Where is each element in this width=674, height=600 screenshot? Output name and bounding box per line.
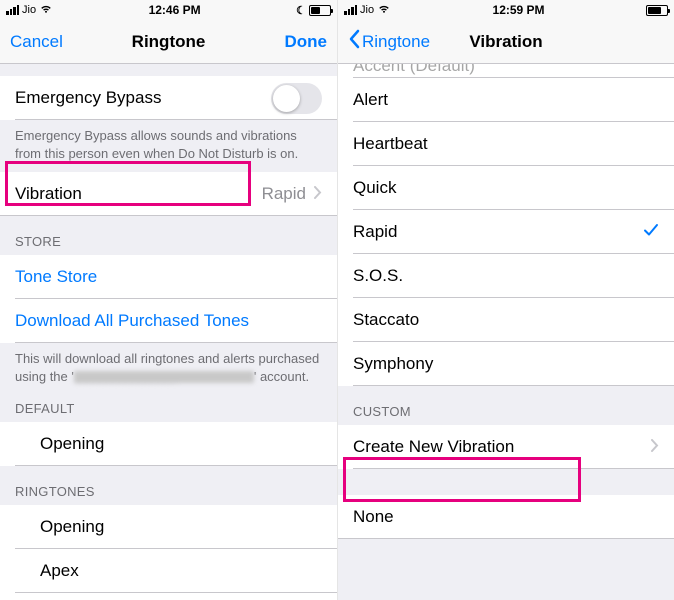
vibration-option-label: Alert bbox=[353, 90, 388, 110]
ringtone-label: Opening bbox=[40, 517, 104, 537]
ringtone-row[interactable]: Apex bbox=[0, 549, 337, 593]
default-header: DEFAULT bbox=[0, 395, 337, 422]
download-all-row[interactable]: Download All Purchased Tones bbox=[0, 299, 337, 343]
vibration-row[interactable]: Vibration Rapid bbox=[0, 172, 337, 216]
vibration-option-label: Staccato bbox=[353, 310, 419, 330]
vibration-option-row[interactable]: S.O.S. bbox=[338, 254, 674, 298]
clock: 12:46 PM bbox=[149, 3, 201, 17]
vibration-option-label: Quick bbox=[353, 178, 396, 198]
emergency-bypass-switch[interactable] bbox=[271, 83, 322, 114]
vibration-option-row[interactable]: Staccato bbox=[338, 298, 674, 342]
carrier-label: Jio bbox=[360, 4, 374, 16]
vibration-option-label: S.O.S. bbox=[353, 266, 403, 286]
create-new-vibration-row[interactable]: Create New Vibration bbox=[338, 425, 674, 469]
vibration-label: Vibration bbox=[15, 184, 82, 204]
vibration-option-row[interactable]: Accent (Default) bbox=[353, 64, 475, 76]
vibration-option-row[interactable]: Symphony bbox=[338, 342, 674, 386]
signal-icon bbox=[344, 5, 357, 15]
vibration-option-row[interactable]: Rapid bbox=[338, 210, 674, 254]
tone-store-label: Tone Store bbox=[15, 267, 97, 287]
chevron-right-icon bbox=[651, 437, 659, 457]
wifi-icon bbox=[377, 4, 391, 17]
done-button[interactable]: Done bbox=[257, 32, 327, 52]
carrier-label: Jio bbox=[22, 4, 36, 16]
nav-bar: Ringtone Vibration bbox=[338, 20, 674, 64]
vibration-option-row[interactable]: Quick bbox=[338, 166, 674, 210]
default-ringtone-label: Opening bbox=[40, 434, 104, 454]
status-bar: Jio 12:59 PM bbox=[338, 0, 674, 20]
back-label: Ringtone bbox=[362, 32, 430, 52]
back-button[interactable]: Ringtone bbox=[348, 29, 430, 54]
none-row[interactable]: None bbox=[338, 495, 674, 539]
tone-store-row[interactable]: Tone Store bbox=[0, 255, 337, 299]
emergency-bypass-label: Emergency Bypass bbox=[15, 88, 161, 108]
screen-vibration: Jio 12:59 PM Ringtone Vibration Accent (… bbox=[337, 0, 674, 600]
emergency-bypass-row[interactable]: Emergency Bypass bbox=[0, 76, 337, 120]
nav-bar: Cancel Ringtone Done bbox=[0, 20, 337, 64]
wifi-icon bbox=[39, 4, 53, 17]
status-bar: Jio 12:46 PM ☾ bbox=[0, 0, 337, 20]
ringtones-header: RINGTONES bbox=[0, 466, 337, 505]
vibration-option-label: Rapid bbox=[353, 222, 397, 242]
cancel-button[interactable]: Cancel bbox=[10, 32, 80, 52]
screen-ringtone: Jio 12:46 PM ☾ Cancel Ringtone Done Emer… bbox=[0, 0, 337, 600]
chevron-left-icon bbox=[348, 29, 360, 54]
download-all-label: Download All Purchased Tones bbox=[15, 311, 249, 331]
store-note: This will download all ringtones and ale… bbox=[0, 343, 337, 395]
battery-icon bbox=[646, 5, 668, 16]
redacted-account: xxxxxxxxxxxxxxxx bbox=[74, 371, 254, 383]
chevron-right-icon bbox=[314, 184, 322, 204]
vibration-option-label: Symphony bbox=[353, 354, 433, 374]
checkmark-icon bbox=[643, 222, 659, 243]
ringtone-label: Apex bbox=[40, 561, 79, 581]
signal-icon bbox=[6, 5, 19, 15]
ringtone-row[interactable]: Opening bbox=[0, 505, 337, 549]
battery-icon bbox=[309, 5, 331, 16]
vibration-option-row[interactable]: Heartbeat bbox=[338, 122, 674, 166]
emergency-bypass-note: Emergency Bypass allows sounds and vibra… bbox=[0, 120, 337, 172]
default-ringtone-row[interactable]: Opening bbox=[0, 422, 337, 466]
dnd-moon-icon: ☾ bbox=[296, 4, 306, 17]
create-new-vibration-label: Create New Vibration bbox=[353, 437, 514, 457]
ringtone-row[interactable]: Beacon bbox=[0, 593, 337, 600]
vibration-option-label: Heartbeat bbox=[353, 134, 428, 154]
clock: 12:59 PM bbox=[493, 3, 545, 17]
store-header: STORE bbox=[0, 216, 337, 255]
vibration-option-row[interactable]: Alert bbox=[338, 78, 674, 122]
standard-vibrations-list: Alert Heartbeat Quick Rapid S.O.S. Staccato Sy… bbox=[338, 78, 674, 386]
custom-header: CUSTOM bbox=[338, 386, 674, 425]
none-label: None bbox=[353, 507, 394, 527]
vibration-value: Rapid bbox=[262, 184, 306, 204]
